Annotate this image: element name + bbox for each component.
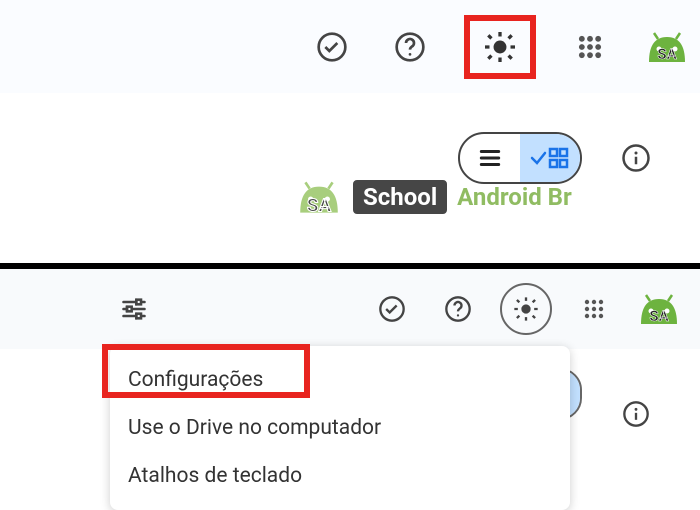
help-button-bottom[interactable] [434,285,482,333]
apps-button-bottom[interactable] [570,285,618,333]
help-button[interactable] [386,23,434,71]
info-button[interactable] [612,134,660,182]
offline-ready-button-bottom[interactable] [368,285,416,333]
menu-item-settings[interactable]: Configurações [110,356,570,404]
android-icon: SA [295,173,343,221]
svg-text:SA: SA [649,307,669,325]
offline-ready-button[interactable] [308,23,356,71]
settings-button[interactable] [476,23,524,71]
bottom-toolbar: SA [0,269,700,349]
sa-logo-bottom: SA [636,289,682,329]
menu-item-drive-desktop[interactable]: Use o Drive no computador [110,404,570,452]
watermark-school: School [351,178,449,216]
watermark-android: Android Br [457,183,572,211]
settings-dropdown: Configurações Use o Drive no computador … [110,346,570,510]
top-toolbar: SA [0,0,700,93]
settings-highlight-box [464,15,536,79]
tune-button[interactable] [110,285,158,333]
view-controls-row: SA School Android Br [0,93,700,263]
apps-button[interactable] [566,23,614,71]
menu-item-keyboard-shortcuts[interactable]: Atalhos de teclado [110,452,570,500]
settings-button-bottom[interactable] [500,283,552,335]
info-button-bottom[interactable] [612,390,660,438]
watermark: SA School Android Br [295,173,572,221]
svg-text:SA: SA [657,45,677,63]
sa-logo: SA [644,27,690,67]
svg-text:SA: SA [307,195,332,217]
